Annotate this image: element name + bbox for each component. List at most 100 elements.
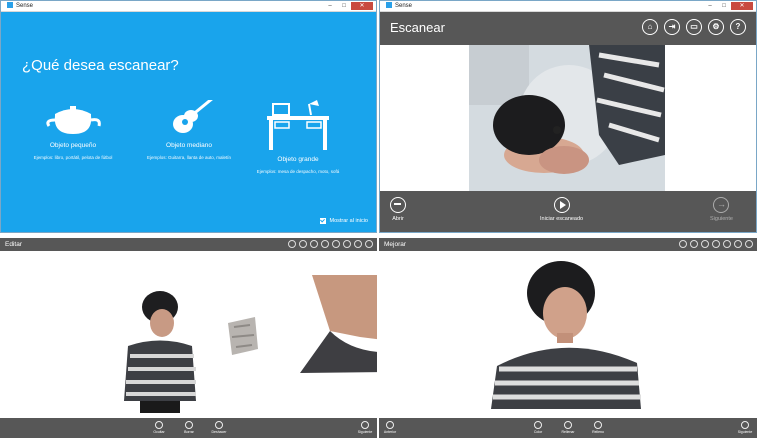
guitar-icon <box>173 100 213 133</box>
open-icon <box>390 197 406 213</box>
camera-view <box>380 45 756 191</box>
scan-type-window: Sense – □ ✕ ¿Qué desea escanear? Objeto … <box>0 0 377 233</box>
page-title: Editar <box>5 241 22 248</box>
edit-view <box>0 251 468 418</box>
help-icon[interactable]: ? <box>730 19 746 35</box>
screen-icon[interactable] <box>723 240 731 248</box>
close-button[interactable]: ✕ <box>731 2 753 10</box>
next-label: Siguiente <box>357 430 373 434</box>
exit-icon[interactable] <box>332 240 340 248</box>
refill-button[interactable]: Relleno <box>589 421 607 434</box>
medium-object-option[interactable]: Objeto mediano Ejemplos: Guitarra, llant… <box>129 100 249 160</box>
next-button[interactable]: → Siguiente <box>710 197 733 222</box>
app-icon <box>386 2 392 8</box>
arrow-right-icon <box>741 421 749 429</box>
exit-icon[interactable] <box>712 240 720 248</box>
refill-icon <box>594 421 602 429</box>
desk-icon <box>267 100 329 150</box>
undo-icon[interactable] <box>679 240 687 248</box>
teapot-icon <box>46 106 101 134</box>
fill-button[interactable]: Rellenar <box>559 421 577 434</box>
next-label: Siguiente <box>737 430 753 434</box>
color-button[interactable]: Color <box>529 421 547 434</box>
window-title: Sense <box>395 3 413 9</box>
start-scan-button[interactable]: Iniciar escaneado <box>540 197 583 222</box>
category-label: Objeto grande <box>277 156 319 163</box>
color-label: Color <box>533 430 543 434</box>
home-icon[interactable]: ⌂ <box>642 19 658 35</box>
category-label: Objeto pequeño <box>49 142 97 149</box>
hide-icon <box>155 421 163 429</box>
window-controls: – □ ✕ <box>703 2 753 11</box>
fill-label: Rellenar <box>561 430 575 434</box>
page-title: Mejorar <box>384 241 407 248</box>
show-at-start-toggle[interactable]: Mostrar al inicio <box>320 218 368 224</box>
page-title: ¿Qué desea escanear? <box>22 57 179 74</box>
category-example: Ejemplos: mesa de despacho, moto, sofá <box>256 169 340 174</box>
small-object-option[interactable]: Objeto pequeño Ejemplos: libro, portátil… <box>13 100 133 160</box>
redo-icon[interactable] <box>690 240 698 248</box>
page-title: Escanear <box>390 20 445 35</box>
next-label: Siguiente <box>710 216 733 222</box>
erase-label: Borrar <box>184 430 194 434</box>
category-example: Ejemplos: Guitarra, llanta de auto, male… <box>146 155 232 160</box>
window-controls: – □ ✕ <box>323 2 373 11</box>
gear-icon[interactable] <box>734 240 742 248</box>
hide-button[interactable]: Ocultar <box>150 421 168 434</box>
category-label: Objeto mediano <box>166 142 212 149</box>
edit-header-bar: Editar <box>0 238 377 251</box>
screen-icon[interactable] <box>343 240 351 248</box>
show-at-start-checkbox[interactable] <box>320 218 327 224</box>
exit-icon[interactable]: ⇥ <box>664 19 680 35</box>
title-bar: Sense – □ ✕ <box>1 1 376 12</box>
maximize-button[interactable]: □ <box>337 2 351 10</box>
close-button[interactable]: ✕ <box>351 2 373 10</box>
redo-icon[interactable] <box>299 240 307 248</box>
enhanced-model-illustration <box>491 261 641 409</box>
camera-feed-image <box>469 45 665 191</box>
undo-button[interactable]: Deshacer <box>210 421 228 434</box>
home-icon[interactable] <box>701 240 709 248</box>
refill-label: Relleno <box>592 430 604 434</box>
show-at-start-label: Mostrar al inicio <box>329 218 368 224</box>
back-button[interactable]: Anterior <box>381 421 399 434</box>
gear-icon[interactable] <box>354 240 362 248</box>
help-icon[interactable] <box>365 240 373 248</box>
undo-label: Deshacer <box>211 430 227 434</box>
scan-app-bar: Abrir Iniciar escaneado → Siguiente <box>380 191 756 232</box>
gear-icon[interactable]: ⚙ <box>708 19 724 35</box>
color-icon <box>534 421 542 429</box>
scan-window: Sense – □ ✕ Escanear ⌂ ⇥ ▭ ⚙ ? Abrir Ini… <box>379 0 757 233</box>
category-example: Ejemplos: libro, portátil, pelota de fút… <box>33 155 113 160</box>
open-button[interactable]: Abrir <box>390 197 406 222</box>
scan-header: Escanear ⌂ ⇥ ▭ ⚙ ? <box>380 12 756 45</box>
edit-app-bar: Ocultar Borrar Deshacer Siguiente <box>0 418 377 438</box>
enhance-header-bar: Mejorar <box>379 238 757 251</box>
fill-icon <box>564 421 572 429</box>
scan-type-panel: ¿Qué desea escanear? Objeto pequeño Ejem… <box>1 12 376 232</box>
arrow-right-icon: → <box>713 197 730 213</box>
window-title: Sense <box>16 3 34 9</box>
erase-icon <box>185 421 193 429</box>
rotate-icon[interactable] <box>310 240 318 248</box>
header-toolbar <box>288 240 373 248</box>
erase-button[interactable]: Borrar <box>180 421 198 434</box>
enhance-view <box>379 251 757 418</box>
undo-icon <box>215 421 223 429</box>
title-bar: Sense – □ ✕ <box>380 1 756 12</box>
open-label: Abrir <box>392 216 404 222</box>
screen-icon[interactable]: ▭ <box>686 19 702 35</box>
home-icon[interactable] <box>321 240 329 248</box>
minimize-button[interactable]: – <box>323 2 337 10</box>
large-object-option[interactable]: Objeto grande Ejemplos: mesa de despacho… <box>238 100 358 174</box>
undo-icon[interactable] <box>288 240 296 248</box>
play-icon <box>553 197 570 213</box>
header-toolbar: ⌂ ⇥ ▭ ⚙ ? <box>642 19 746 35</box>
minimize-button[interactable]: – <box>703 2 717 10</box>
help-icon[interactable] <box>745 240 753 248</box>
back-label: Anterior <box>383 430 397 434</box>
header-toolbar <box>679 240 753 248</box>
maximize-button[interactable]: □ <box>717 2 731 10</box>
next-button[interactable]: Siguiente <box>356 421 374 434</box>
next-button[interactable]: Siguiente <box>736 421 754 434</box>
